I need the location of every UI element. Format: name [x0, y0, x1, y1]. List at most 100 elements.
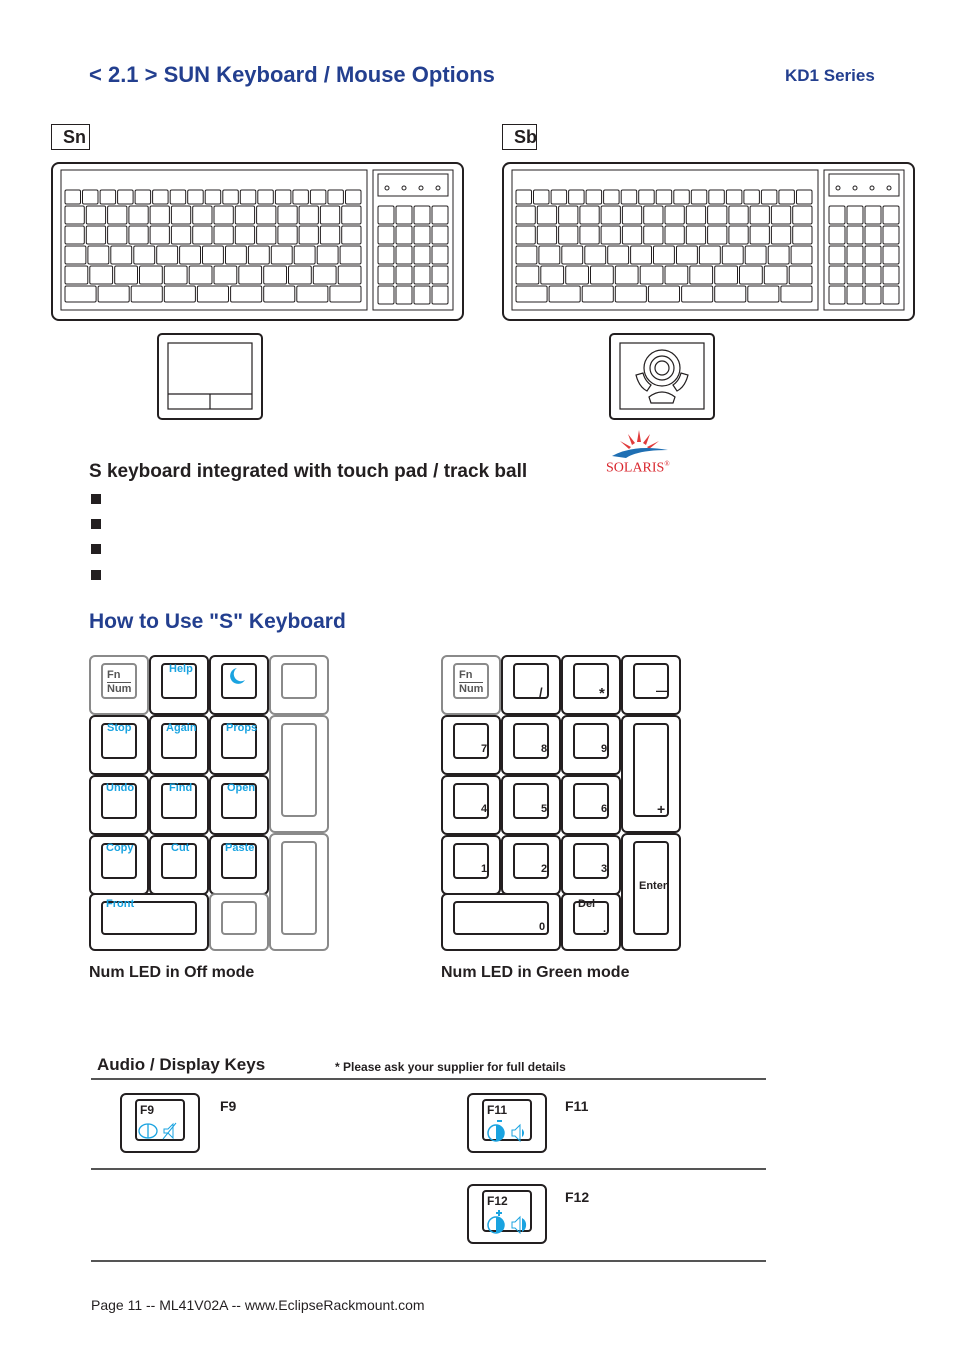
keyboard-key: [770, 205, 792, 225]
keyboard-key: [298, 205, 319, 225]
moon-icon: [230, 668, 245, 684]
keyboard-key: [345, 189, 362, 205]
keyboard-key: [341, 225, 362, 245]
keyboard-key: [763, 265, 788, 285]
key-5: 5: [501, 775, 561, 835]
registered-mark: ®: [664, 460, 670, 468]
keyboard-key: [536, 225, 558, 245]
keypad-key: [882, 205, 900, 225]
keyboard-key: [767, 245, 790, 265]
keyboard-key: [107, 205, 128, 225]
keyboard-key: [581, 285, 614, 303]
touchpad-illustration: [157, 333, 263, 420]
keypad-key: [431, 205, 449, 225]
keyboard-key: [169, 189, 187, 205]
keyboard-key: [97, 285, 130, 303]
keyboard-key: [743, 189, 760, 205]
keyboard-keys-illustration: [60, 169, 454, 311]
keyboard-key: [685, 225, 707, 245]
key-8: 8: [501, 715, 561, 775]
solaris-logo: SOLARIS®: [604, 428, 674, 480]
keyboard-key: [239, 189, 257, 205]
keyboard-key: [550, 189, 568, 205]
led-indicator: [869, 185, 875, 191]
keyboard-key: [747, 285, 780, 303]
keyboard-key: [708, 189, 725, 205]
trackball-illustration: [609, 333, 715, 420]
key-2: 2: [501, 835, 561, 895]
key-divide: /: [501, 655, 561, 715]
keyboard-key: [213, 225, 234, 245]
keypad-key: [431, 265, 449, 285]
keyboard-key: [590, 265, 614, 285]
keyboard-key: [728, 205, 749, 225]
led-indicator: [384, 185, 390, 191]
keyboard-key: [337, 265, 362, 285]
keyboard-key: [770, 225, 792, 245]
keyboard-key: [725, 189, 743, 205]
section-heading-audio-display: Audio / Display Keys: [97, 1055, 266, 1074]
keypad-key: [413, 245, 431, 265]
key-del: Del .: [561, 893, 621, 951]
keypad-key: [413, 265, 431, 285]
keypad-key: [395, 265, 413, 285]
keypad-key: [864, 285, 882, 305]
keyboard-key: [614, 285, 647, 303]
keyboard-key: [533, 189, 550, 205]
sun-icon: [612, 430, 668, 458]
keypad-key: [431, 245, 449, 265]
keypad-key: [377, 205, 395, 225]
key-sleep: [209, 655, 269, 715]
keyboard-key: [256, 205, 277, 225]
keypad-key: [828, 205, 846, 225]
model-label-sb: Sb: [502, 124, 537, 150]
divider: [91, 1078, 766, 1080]
keyboard-key: [792, 225, 813, 245]
keypad-key: [828, 245, 846, 265]
key-6: 6: [561, 775, 621, 835]
f9-label: F9: [220, 1098, 237, 1114]
keypad-key: [882, 285, 900, 305]
caption-num-green: Num LED in Green mode: [441, 964, 630, 981]
keyboard-key: [319, 205, 341, 225]
keyboard-key: [689, 265, 714, 285]
keyboard-key: [643, 205, 664, 225]
key-blank: [209, 893, 269, 951]
section-heading-how-to-use: How to Use "S" Keyboard: [89, 610, 346, 633]
key-copy: Copy: [89, 835, 149, 895]
led-indicator: [401, 185, 407, 191]
key-multiply: *: [561, 655, 621, 715]
keypad-num-off: Fn Num Help Stop Again Props Undo Find O…: [89, 655, 331, 952]
keyboard-key: [647, 285, 680, 303]
keyboard-key: [319, 225, 341, 245]
keyboard-key: [714, 285, 747, 303]
led-indicator: [418, 185, 424, 191]
keyboard-key: [89, 265, 114, 285]
keyboard-key: [538, 245, 561, 265]
key-minus: —: [621, 655, 681, 715]
keyboard-key: [213, 265, 238, 285]
keyboard-key: [204, 189, 222, 205]
keyboard-key: [296, 285, 329, 303]
keyboard-key: [643, 225, 664, 245]
keyboard-key: [778, 189, 795, 205]
keyboard-key: [64, 285, 97, 303]
keypad-key: [395, 205, 413, 225]
divider: [91, 1260, 766, 1262]
key-open: Open: [209, 775, 269, 835]
key-find: Find: [149, 775, 209, 835]
led-indicator: [435, 185, 441, 191]
keyboard-key: [256, 225, 277, 245]
key-front: Front: [89, 893, 209, 951]
caption-num-off: Num LED in Off mode: [89, 964, 255, 981]
keyboard-key: [170, 205, 192, 225]
keyboard-key: [744, 245, 767, 265]
keypad-key: [413, 205, 431, 225]
bullet-item: [91, 519, 101, 529]
keyboard-key: [192, 225, 213, 245]
keypad-num-green: Fn Num / * — 7 8 9 + 4 5 6 1 2 3 Enter 0…: [441, 655, 683, 952]
keyboard-key: [796, 189, 813, 205]
keyboard-key: [270, 245, 293, 265]
key-cut: Cut: [149, 835, 209, 895]
keyboard-key: [515, 285, 548, 303]
